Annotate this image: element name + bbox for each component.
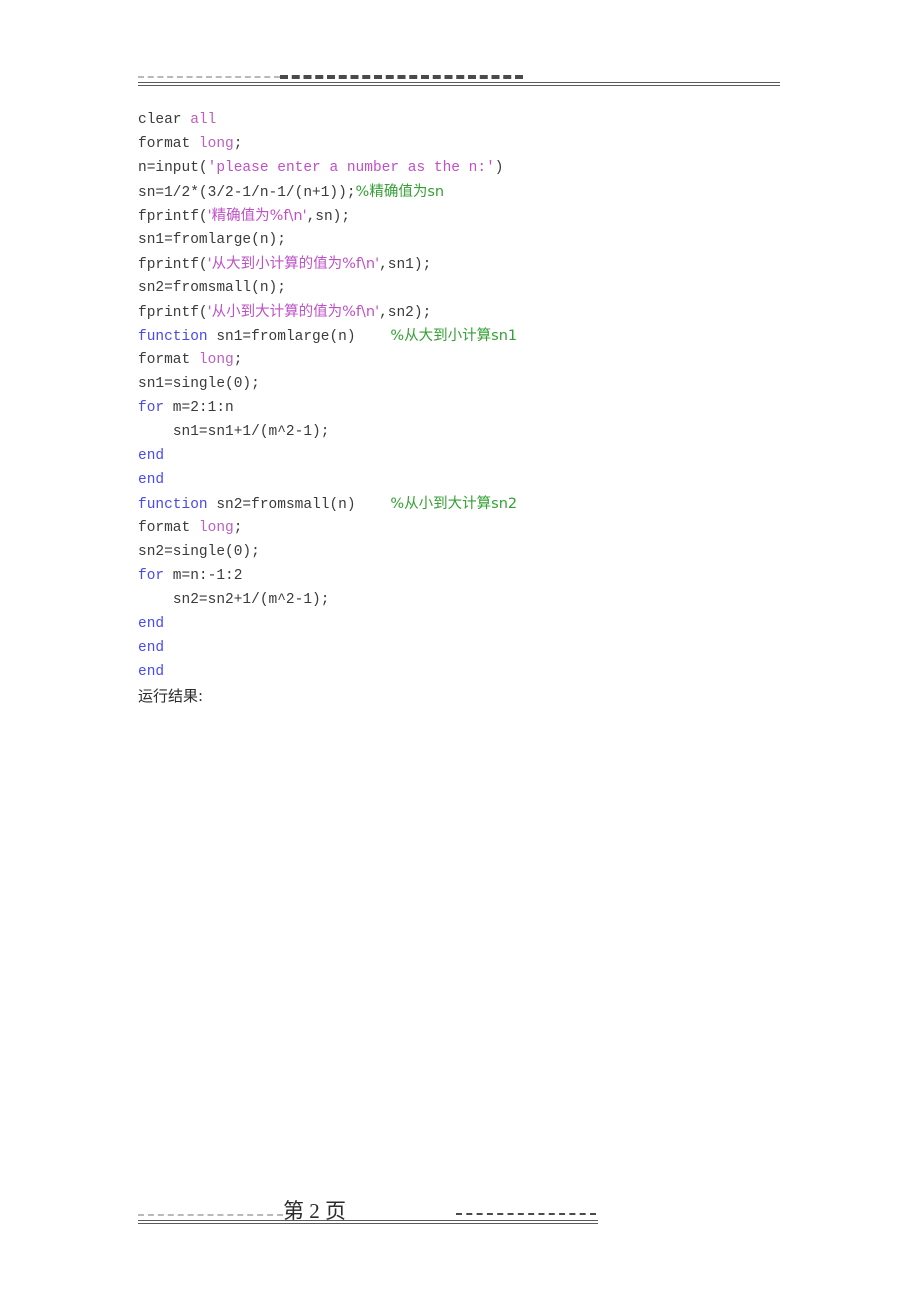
code-line: end (138, 612, 838, 636)
code-line: function sn2=fromsmall(n) %从小到大计算sn2 (138, 492, 838, 516)
result-label: 运行结果: (138, 687, 204, 705)
code-token-comment: %从大到小计算sn1 (390, 328, 518, 344)
code-token-plain: ,sn1); (379, 257, 432, 273)
code-token-plain: sn2=fromsmall(n); (138, 280, 286, 296)
code-token-control: end (138, 448, 165, 464)
code-token-control: for (138, 400, 165, 416)
code-token-control: end (138, 640, 165, 656)
code-token-plain: ; (233, 136, 243, 152)
code-token-plain: sn2=fromsmall(n) (207, 497, 391, 513)
code-token-plain: m=n:-1:2 (164, 568, 243, 584)
code-token-plain: sn1=sn1+1/(m^2-1); (172, 424, 330, 440)
code-line: fprintf('从小到大计算的值为%f\n',sn2); (138, 300, 838, 324)
code-line: fprintf('精确值为%f\n',sn); (138, 204, 838, 228)
code-line: fprintf('从大到小计算的值为%f\n',sn1); (138, 252, 838, 276)
code-token-plain: sn2=sn2+1/(m^2-1); (172, 592, 330, 608)
code-token-keyword: all (190, 112, 217, 128)
code-token-string: 'please enter a number as the n:' (207, 160, 495, 176)
code-line: sn2=sn2+1/(m^2-1); (138, 588, 838, 612)
header-dashed-dark-segment (280, 75, 523, 79)
code-line: end (138, 444, 838, 468)
code-line: clear all (138, 108, 838, 132)
code-listing: clear all format long; n=input('please ent… (138, 108, 838, 708)
header-dashed-light-segment (138, 76, 280, 78)
code-token-plain: sn1=single(0); (138, 376, 260, 392)
document-page: clear all format long; n=input('please ent… (0, 0, 920, 1302)
code-token-control: for (138, 568, 165, 584)
code-line: sn1=fromlarge(n); (138, 228, 838, 252)
code-line: sn2=fromsmall(n); (138, 276, 838, 300)
code-line: sn2=single(0); (138, 540, 838, 564)
header-separator-rule (138, 70, 780, 90)
code-line: sn=1/2*(3/2-1/n-1/(n+1));%精确值为sn (138, 180, 838, 204)
code-line: function sn1=fromlarge(n) %从大到小计算sn1 (138, 324, 838, 348)
code-line: for m=n:-1:2 (138, 564, 838, 588)
code-token-control: function (138, 329, 208, 345)
code-token-keyword: long (198, 136, 234, 152)
code-token-control: function (138, 497, 208, 513)
code-token-plain: sn1=fromlarge(n) (207, 329, 391, 345)
code-token-string: '精确值为%f\n' (207, 208, 307, 224)
code-token-plain: fprintf( (138, 209, 208, 225)
code-token-plain: format (138, 520, 199, 536)
code-token-plain: n=input( (138, 160, 208, 176)
code-token-plain: format (138, 136, 199, 152)
code-token-comment: %从小到大计算sn2 (390, 496, 518, 512)
code-line: sn1=single(0); (138, 372, 838, 396)
code-line: end (138, 636, 838, 660)
footer-dashed-dark-segment (456, 1213, 596, 1215)
code-line: format long; (138, 516, 838, 540)
code-line: format long; (138, 348, 838, 372)
code-line: end (138, 468, 838, 492)
code-line: end (138, 660, 838, 684)
header-solid-line-lower (138, 85, 780, 86)
code-token-plain: ,sn); (306, 209, 351, 225)
code-token-plain: sn2=single(0); (138, 544, 260, 560)
code-token-plain: sn1=fromlarge(n); (138, 232, 286, 248)
code-token-plain: ; (233, 520, 243, 536)
code-token-keyword: long (198, 352, 234, 368)
code-token-plain: sn=1/2*(3/2-1/n-1/(n+1)); (138, 185, 356, 201)
code-token-plain: ,sn2); (379, 305, 432, 321)
code-line: n=input('please enter a number as the n:… (138, 156, 838, 180)
code-token-keyword: long (198, 520, 234, 536)
code-token-control: end (138, 664, 165, 680)
code-line: sn1=sn1+1/(m^2-1); (138, 420, 838, 444)
header-solid-line-upper (138, 82, 780, 83)
code-line: format long; (138, 132, 838, 156)
code-token-control: end (138, 472, 165, 488)
code-token-plain: m=2:1:n (164, 400, 234, 416)
code-token-string: '从小到大计算的值为%f\n' (207, 304, 380, 320)
code-token-comment: %精确值为sn (355, 184, 445, 200)
footer-solid-line-upper (138, 1220, 598, 1221)
code-token-plain: fprintf( (138, 257, 208, 273)
code-token-control: end (138, 616, 165, 632)
code-token-string: '从大到小计算的值为%f\n' (207, 256, 380, 272)
code-token-plain: ) (494, 160, 504, 176)
code-line: for m=2:1:n (138, 396, 838, 420)
footer-separator-rule: 第 2 页 (138, 1198, 798, 1228)
footer-solid-line-lower (138, 1223, 598, 1224)
code-token-plain: clear (138, 112, 191, 128)
footer-dashed-light-segment (138, 1214, 283, 1216)
code-token-plain: fprintf( (138, 305, 208, 321)
code-token-plain: format (138, 352, 199, 368)
code-token-plain: ; (233, 352, 243, 368)
